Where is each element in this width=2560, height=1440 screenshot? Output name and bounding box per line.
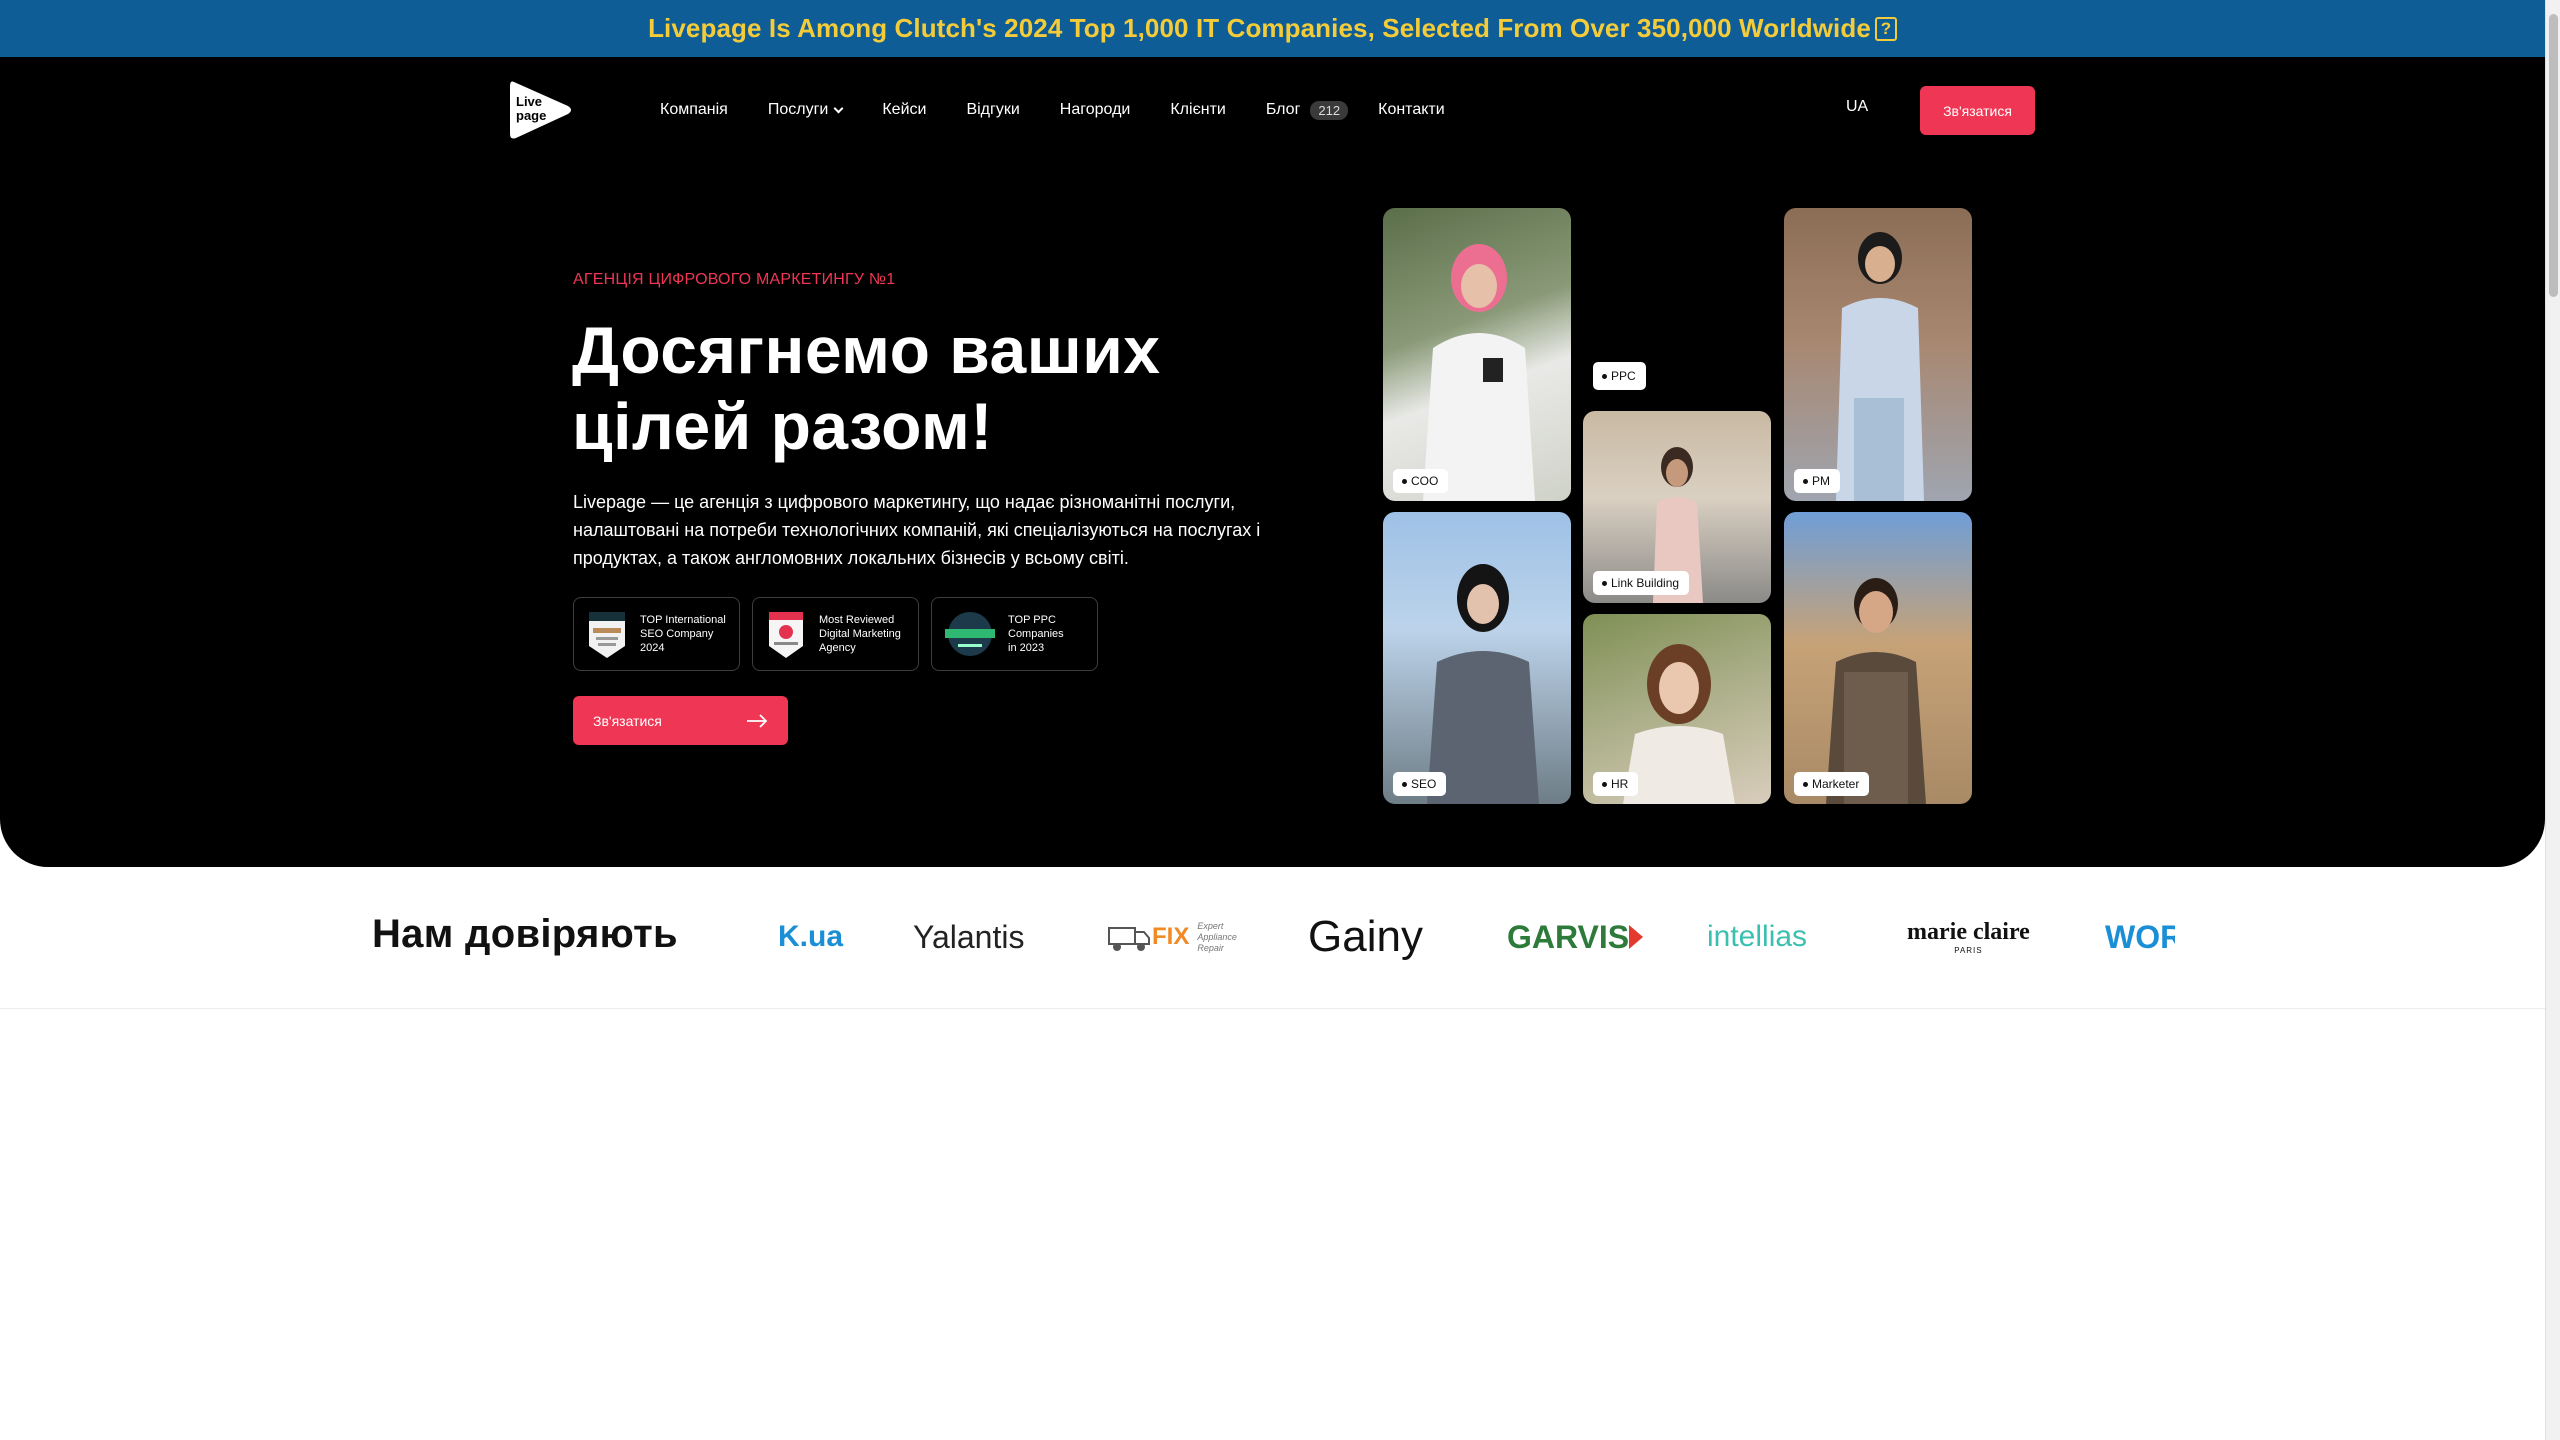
arrow-right-icon [747, 713, 768, 728]
badge-3-line-2: Companies [1008, 628, 1064, 640]
nav-contacts[interactable]: Контакти [1378, 101, 1445, 119]
team-photo-marketer [1826, 578, 1926, 804]
nav-services-label: Послуги [767, 101, 829, 118]
team-card-link-building[interactable]: Link Building [1583, 411, 1771, 603]
nav-blog[interactable]: Блог 212 [1265, 100, 1349, 120]
role-tag-seo: SEO [1393, 772, 1447, 796]
role-tag-link-building: Link Building [1593, 571, 1690, 595]
trust-title: Нам довіряють [372, 912, 678, 956]
hero-section [0, 57, 2545, 867]
livepage-logo[interactable]: Live page [508, 78, 574, 142]
award-badge-ppc[interactable]: TOP PPC Companies in 2023 [931, 597, 1098, 671]
team-card-seo[interactable]: SEO [1383, 512, 1571, 804]
badge-1-line-1: TOP International [640, 614, 726, 626]
badge-2-line-2: Digital Marketing [819, 628, 901, 640]
scrollbar-thumb[interactable] [2549, 14, 2558, 297]
badge-3-line-1: TOP PPC [1008, 614, 1056, 626]
role-tag-pm: PM [1794, 469, 1840, 493]
team-card-coo[interactable]: COO [1383, 208, 1571, 501]
hero-eyebrow: АГЕНЦІЯ ЦИФРОВОГО МАРКЕТИНГУ №1 [573, 271, 896, 288]
client-logo-marie-claire: marie claire PARIS [1907, 919, 2030, 955]
chevron-down-icon [833, 103, 844, 113]
nav-awards[interactable]: Нагороди [1060, 101, 1131, 119]
client-logo-gainy: Gainy [1308, 912, 1423, 961]
client-logo-fix: FIX Expert Appliance Repair [1108, 905, 1243, 969]
blog-count-badge: 212 [1310, 100, 1349, 120]
clutch-badge-icon [589, 612, 625, 658]
role-tag-hr: HR [1593, 772, 1639, 796]
team-card-pm[interactable]: PM [1784, 208, 1972, 501]
most-reviewed-badge-icon [769, 612, 803, 658]
client-logo-intellias: intellias [1707, 920, 1808, 953]
client-logo-yalantis: Yalantis [913, 918, 1025, 955]
award-badge-clutch[interactable]: TOP International SEO Company 2024 [573, 597, 740, 671]
client-logo-kua: K.ua [778, 920, 844, 953]
award-badges: TOP International SEO Company 2024 Most … [573, 597, 1098, 671]
question-icon[interactable]: ? [1874, 16, 1897, 41]
garvis-arrow-icon [1629, 925, 1644, 949]
hero-headline: Досягнемо ваших цілей разом! [572, 313, 1161, 463]
role-tag-marketer: Marketer [1794, 772, 1870, 796]
nav-blog-label: Блог [1265, 101, 1301, 118]
announcement-text[interactable]: Livepage Is Among Clutch's 2024 Top 1,00… [648, 13, 1871, 44]
nav-reviews[interactable]: Відгуки [966, 101, 1019, 119]
client-logo-garvis: GARVIS [1507, 905, 1644, 969]
team-photo-coo [1423, 244, 1535, 501]
team-card-marketer[interactable]: Marketer [1784, 512, 1972, 804]
team-photo-seo [1427, 564, 1539, 804]
role-tag-ppc: PPC [1593, 362, 1646, 390]
nav-clients[interactable]: Клієнти [1170, 101, 1225, 119]
team-photo-pm [1836, 232, 1924, 501]
contact-button[interactable]: Зв'язатися [1920, 86, 2035, 135]
ppc-badge-icon [945, 612, 995, 656]
nav-company[interactable]: Компанія [660, 101, 728, 119]
announcement-bar[interactable]: Livepage Is Among Clutch's 2024 Top 1,00… [0, 0, 2545, 57]
badge-3-line-3: in 2023 [1008, 642, 1045, 654]
hero-contact-label: Зв'язатися [593, 712, 662, 729]
section-divider [0, 1008, 2545, 1009]
nav-services[interactable]: Послуги [767, 101, 844, 119]
badge-2-line-3: Agency [819, 642, 856, 654]
nav-cases[interactable]: Кейси [882, 101, 926, 119]
hero-description: Livepage — це агенція з цифрового маркет… [573, 492, 1261, 568]
page-scrollbar[interactable] [2545, 0, 2560, 1440]
client-logos-strip: K.ua Yalantis FIX Expert Appliance Repai… [770, 905, 2175, 969]
badge-2-line-1: Most Reviewed [819, 614, 895, 626]
logo-text-1: Live [516, 94, 542, 109]
team-card-ppc[interactable]: PPC [1583, 208, 1771, 398]
badge-1-line-2: SEO Company 2024 [640, 628, 714, 654]
team-card-hr[interactable]: HR [1583, 614, 1771, 804]
hero-contact-button[interactable]: Зв'язатися [573, 696, 788, 745]
truck-icon [1108, 927, 1150, 951]
main-nav: Компанія Послуги Кейси Відгуки Нагороди … [660, 98, 1485, 122]
logo-text-2: page [516, 108, 546, 123]
language-switcher[interactable]: UA [1846, 98, 1868, 116]
client-logo-wor: WOR [2105, 918, 2175, 955]
award-badge-reviewed[interactable]: Most Reviewed Digital Marketing Agency [752, 597, 919, 671]
role-tag-coo: COO [1393, 469, 1449, 493]
